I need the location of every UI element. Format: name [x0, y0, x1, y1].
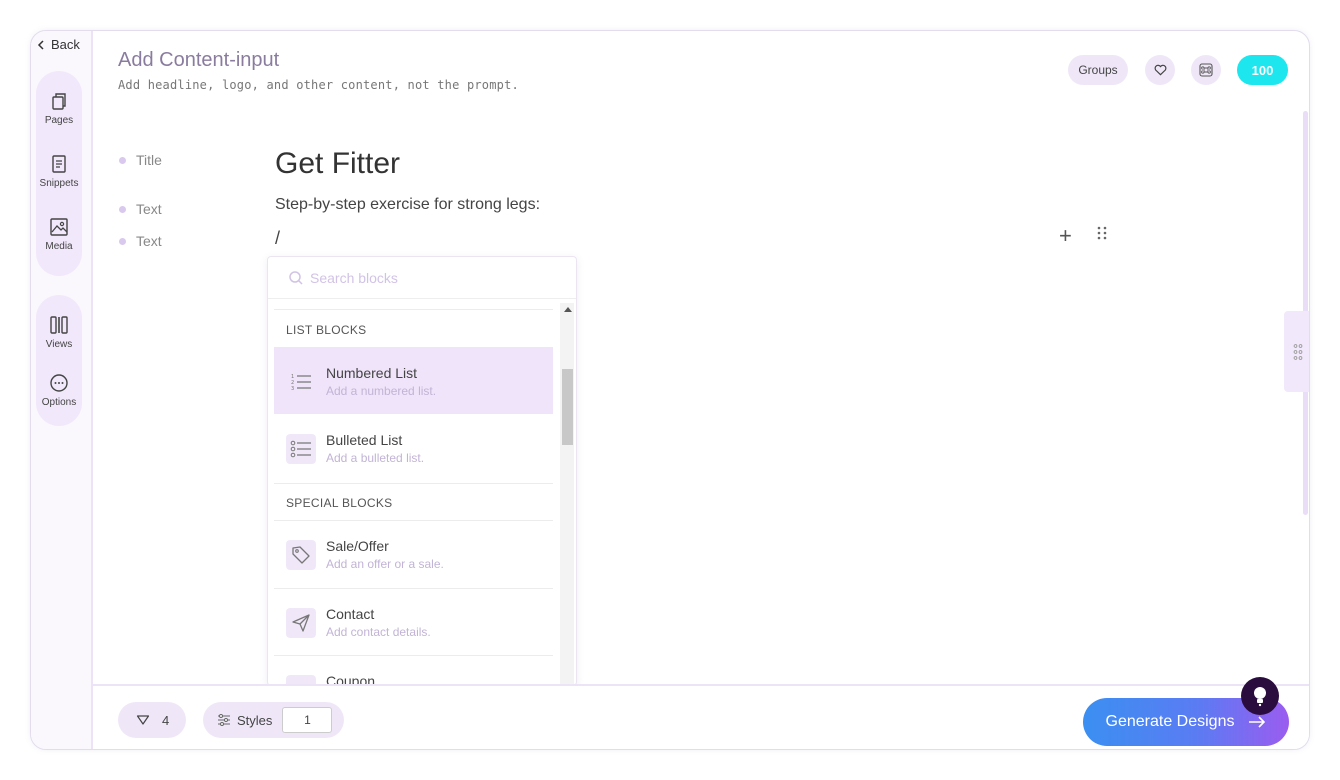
rail-label-views: Views — [45, 339, 73, 350]
sliders-icon — [218, 714, 230, 726]
rail-item-options[interactable]: Options — [36, 373, 82, 408]
assistant-icon — [1254, 687, 1266, 707]
heart-icon — [1154, 64, 1166, 76]
likes-button[interactable]: 4 — [118, 702, 186, 738]
svg-text:3: 3 — [291, 386, 294, 392]
rail-label-pages: Pages — [44, 115, 74, 126]
block-option-title: Contact — [326, 606, 375, 622]
dropdown-scrollbar[interactable] — [560, 303, 574, 685]
rail-item-pages[interactable]: Pages — [36, 91, 82, 126]
shortcut-button[interactable] — [1191, 55, 1221, 85]
rail-item-media[interactable]: Media — [36, 217, 82, 252]
label-text: Text — [136, 201, 162, 217]
styles-label: Styles — [237, 712, 273, 728]
pages-icon — [52, 93, 66, 110]
styles-count-input[interactable]: 1 — [282, 707, 333, 733]
bullet-dot — [119, 237, 126, 245]
search-input[interactable] — [310, 269, 491, 286]
side-panel-handle[interactable] — [1284, 311, 1309, 392]
rail-label-media: Media — [45, 241, 73, 252]
text-block[interactable]: Step-by-step exercise for strong legs: — [275, 196, 540, 214]
more-options-icon — [50, 374, 68, 392]
search-icon — [289, 270, 303, 285]
styles-count-value: 1 — [304, 713, 311, 727]
block-option-title: Sale/Offer — [326, 538, 389, 554]
footer-bar: 4 Styles 1 Generate Designs — [93, 684, 1309, 749]
rail-label-snippets: Snippets — [39, 178, 79, 189]
bullet-dot — [119, 156, 126, 164]
label-text-1: Text — [119, 201, 162, 217]
block-picker-dropdown: LIST BLOCKS 123 Numbered List Add a numb… — [267, 256, 577, 686]
likes-count: 4 — [162, 712, 170, 728]
command-icon — [1199, 63, 1213, 77]
chevron-left-icon — [37, 39, 44, 50]
back-button[interactable]: Back — [37, 37, 80, 52]
rail-group-content: Pages Snippets Media — [36, 71, 82, 276]
label-text-2: Text — [119, 233, 162, 249]
block-option-desc: Add contact details. — [326, 625, 431, 639]
columns-icon — [50, 316, 68, 334]
snippets-icon — [52, 155, 66, 173]
credits-value: 100 — [1251, 62, 1274, 78]
left-rail: Back Pages Snippets Media Views Options — [31, 31, 93, 749]
rail-item-views[interactable]: Views — [36, 315, 82, 350]
search-bar — [268, 257, 576, 299]
title-block[interactable]: Get Fitter — [275, 147, 400, 181]
scroll-thumb[interactable] — [562, 369, 573, 445]
block-option-desc: Add a numbered list. — [326, 384, 437, 398]
credits-badge[interactable]: 100 — [1237, 55, 1288, 85]
back-label: Back — [51, 37, 80, 52]
divider — [274, 483, 553, 484]
block-option-sale-offer[interactable]: Sale/Offer Add an offer or a sale. — [274, 520, 553, 587]
block-option-coupon[interactable]: Coupon — [274, 655, 553, 685]
heart-icon — [136, 715, 150, 725]
text-block-input[interactable]: / — [275, 228, 280, 249]
styles-control[interactable]: Styles 1 — [203, 702, 344, 738]
block-option-title: Numbered List — [326, 365, 418, 381]
block-option-bulleted-list[interactable]: Bulleted List Add a bulleted list. — [274, 414, 553, 481]
page-title: Add Content-input — [118, 49, 280, 71]
rail-item-snippets[interactable]: Snippets — [36, 154, 82, 189]
block-option-desc: Add a bulleted list. — [326, 451, 425, 465]
block-option-desc: Add an offer or a sale. — [326, 557, 444, 571]
block-option-contact[interactable]: Contact Add contact details. — [274, 588, 553, 655]
drag-handle[interactable] — [1097, 226, 1107, 245]
bullet-dot — [119, 205, 126, 213]
section-title-special-blocks: SPECIAL BLOCKS — [286, 496, 393, 510]
favorite-button[interactable] — [1145, 55, 1175, 85]
generate-label: Generate Designs — [1105, 713, 1235, 730]
assistant-chat-button[interactable] — [1241, 677, 1279, 715]
section-title-list-blocks: LIST BLOCKS — [286, 323, 367, 337]
groups-button[interactable]: Groups — [1068, 55, 1128, 85]
arrow-right-icon — [1249, 716, 1266, 728]
label-title: Title — [119, 152, 162, 168]
app-window: Back Pages Snippets Media Views Options … — [30, 30, 1310, 750]
rail-group-view: Views Options — [36, 295, 82, 426]
add-block-button[interactable]: + — [1059, 223, 1072, 249]
label-text: Title — [136, 152, 162, 168]
divider — [274, 309, 553, 310]
drag-grip-icon — [1097, 226, 1107, 240]
drag-grip-icon — [1293, 343, 1302, 360]
block-option-title: Bulleted List — [326, 432, 403, 448]
page-subtitle: Add headline, logo, and other content, n… — [118, 78, 519, 92]
tag-icon — [286, 540, 316, 570]
numbered-list-icon: 123 — [286, 367, 316, 397]
block-option-numbered-list[interactable]: 123 Numbered List Add a numbered list. — [274, 347, 553, 414]
rail-label-options: Options — [41, 397, 77, 408]
groups-label: Groups — [1078, 63, 1118, 77]
send-icon — [286, 608, 316, 638]
image-icon — [50, 218, 68, 236]
scroll-up-arrow[interactable] — [564, 307, 572, 312]
label-text: Text — [136, 233, 162, 249]
bulleted-list-icon — [286, 434, 316, 464]
